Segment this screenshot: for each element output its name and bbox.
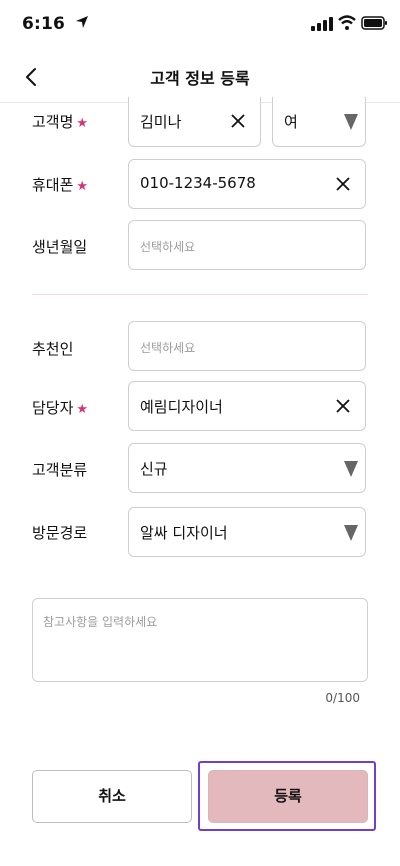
- section-divider: [32, 294, 368, 295]
- memo-placeholder: 참고사항을 입력하세요: [43, 615, 158, 629]
- customer-name-value: 김미나: [140, 113, 182, 131]
- manager-label: 담당자 ★: [32, 397, 88, 418]
- visit-route-label-text: 방문경로: [32, 524, 88, 542]
- birthday-label: 생년월일: [32, 236, 87, 257]
- category-value: 신규: [140, 460, 168, 478]
- category-label: 고객분류: [32, 459, 87, 480]
- manager-value: 예림디자이너: [140, 398, 223, 416]
- required-star-icon: ★: [76, 179, 89, 194]
- referrer-label-text: 추천인: [32, 340, 74, 358]
- location-arrow-icon: [76, 16, 88, 28]
- mobile-value: 010-1234-5678: [140, 174, 256, 192]
- customer-name-label-text: 고객명: [32, 113, 74, 131]
- mobile-field[interactable]: 010-1234-5678: [128, 159, 366, 209]
- wifi-icon: [338, 15, 356, 30]
- cancel-button[interactable]: 취소: [32, 770, 192, 823]
- clear-icon[interactable]: [335, 398, 351, 414]
- category-select[interactable]: 신규: [128, 443, 366, 493]
- customer-name-field[interactable]: 김미나: [128, 97, 261, 147]
- status-bar: 6:16: [0, 0, 400, 50]
- dropdown-arrow-icon: [344, 525, 358, 541]
- required-star-icon: ★: [76, 116, 89, 131]
- category-label-text: 고객분류: [32, 461, 88, 479]
- manager-field[interactable]: 예림디자이너: [128, 381, 366, 431]
- gender-value: 여: [284, 113, 298, 131]
- visit-route-value: 알싸 디자이너: [140, 524, 228, 542]
- required-star-icon: ★: [76, 402, 89, 417]
- mobile-label: 휴대폰 ★: [32, 174, 88, 195]
- dropdown-arrow-icon: [344, 461, 358, 477]
- referrer-placeholder: 선택하세요: [140, 341, 196, 355]
- birthday-field[interactable]: 선택하세요: [128, 220, 366, 270]
- memo-textarea[interactable]: 참고사항을 입력하세요: [32, 598, 368, 682]
- gender-select[interactable]: 여: [272, 97, 366, 147]
- mobile-label-text: 휴대폰: [32, 176, 74, 194]
- clear-icon[interactable]: [230, 113, 246, 129]
- navigation-header: 고객 정보 등록: [0, 52, 400, 103]
- manager-label-text: 담당자: [32, 399, 74, 417]
- visit-route-select[interactable]: 알싸 디자이너: [128, 507, 366, 557]
- customer-name-label: 고객명 ★: [32, 111, 88, 132]
- birthday-placeholder: 선택하세요: [140, 240, 196, 254]
- referrer-label: 추천인: [32, 338, 73, 359]
- referrer-field[interactable]: 선택하세요: [128, 321, 366, 371]
- visit-route-label: 방문경로: [32, 522, 87, 543]
- memo-char-count: 0/100: [325, 691, 360, 705]
- dropdown-arrow-icon: [344, 114, 358, 130]
- battery-icon: [361, 16, 387, 30]
- register-button[interactable]: 등록: [208, 770, 368, 823]
- page-title: 고객 정보 등록: [150, 69, 250, 88]
- status-time: 6:16: [22, 14, 66, 34]
- cellular-signal-icon: [311, 17, 333, 31]
- clear-icon[interactable]: [335, 176, 351, 192]
- birthday-label-text: 생년월일: [32, 238, 88, 256]
